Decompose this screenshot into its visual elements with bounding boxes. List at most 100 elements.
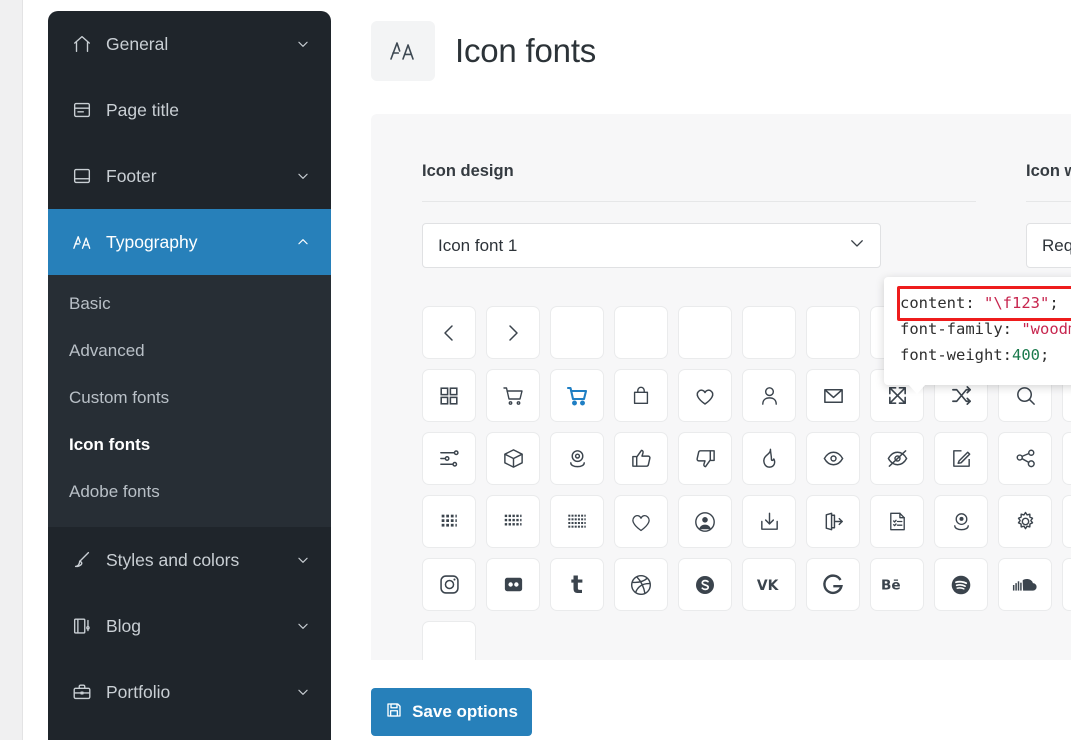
typography-icon: [371, 21, 435, 81]
app-root: General Page title Footer Typography Bas…: [0, 0, 1071, 740]
icon-width-label: Icon w: [1026, 162, 1071, 180]
instagram-icon[interactable]: [422, 558, 476, 611]
spotify-icon[interactable]: [934, 558, 988, 611]
gear-icon[interactable]: [998, 495, 1052, 548]
sidebar-item-label: Portfolio: [106, 681, 171, 702]
share-icon[interactable]: [998, 432, 1052, 485]
page-title-icon: [69, 97, 95, 123]
sidebar-subitem-label: Basic: [69, 293, 111, 313]
save-options-button[interactable]: Save options: [371, 688, 532, 736]
map-pin-icon[interactable]: [550, 432, 604, 485]
dribbble-icon[interactable]: [614, 558, 668, 611]
vk-icon: VK: [742, 558, 796, 611]
chevron-right-icon[interactable]: [486, 306, 540, 359]
icon-design-select[interactable]: Icon font 1: [422, 223, 881, 268]
thumbs-up-icon[interactable]: [614, 432, 668, 485]
list-doc-icon[interactable]: [870, 495, 924, 548]
field-divider: [1026, 201, 1071, 202]
flame-icon[interactable]: [742, 432, 796, 485]
sliders-icon[interactable]: [422, 432, 476, 485]
tooltip-line-font-family: font-family: "woodmart-font";: [900, 316, 1071, 342]
soundcloud-icon[interactable]: [998, 558, 1052, 611]
sidebar-item-label: Styles and colors: [106, 549, 240, 570]
blog-icon: [69, 613, 95, 639]
tooltip-line-font-weight: font-weight:400;: [900, 342, 1071, 368]
sidebar-item-styles-and-colors[interactable]: Styles and colors: [48, 527, 331, 593]
skype-icon[interactable]: [678, 558, 732, 611]
cart-icon[interactable]: [486, 369, 540, 422]
tooltip-value: 400: [1011, 346, 1040, 364]
main-content: Icon fonts Icon design Icon font 1 Icon …: [331, 0, 1071, 740]
sidebar-item-portfolio[interactable]: Portfolio: [48, 659, 331, 725]
sidebar-item-general[interactable]: General: [48, 11, 331, 77]
svg-text:VK: VK: [757, 578, 780, 594]
edit-icon[interactable]: [934, 432, 988, 485]
sidebar-subitem-label: Advanced: [69, 340, 145, 360]
partial-icon-row4[interactable]: [1062, 495, 1071, 548]
download-icon[interactable]: [742, 495, 796, 548]
sidebar-subnav-typography: Basic Advanced Custom fonts Icon fonts A…: [48, 275, 331, 527]
partial-icon-row3[interactable]: [1062, 432, 1071, 485]
sidebar-item-blog[interactable]: Blog: [48, 593, 331, 659]
bag-icon[interactable]: [614, 369, 668, 422]
pin-icon[interactable]: [934, 495, 988, 548]
user-circle-icon[interactable]: [678, 495, 732, 548]
page-gutter: [0, 0, 22, 740]
icon-width-select-value: Requ: [1042, 235, 1071, 255]
grid-dots-4-icon[interactable]: [486, 495, 540, 548]
partial-icon-row5[interactable]: [1062, 558, 1071, 611]
user-icon[interactable]: [742, 369, 796, 422]
panel-columns: Icon design Icon font 1 Icon w Requ: [371, 114, 1071, 268]
icon-cell-hidden-3[interactable]: [678, 306, 732, 359]
grid-dots-3-icon[interactable]: [422, 495, 476, 548]
sidebar-item-label: General: [106, 33, 169, 54]
chevron-down-icon: [295, 618, 311, 634]
sidebar-item-footer[interactable]: Footer: [48, 143, 331, 209]
tooltip-end: ;: [1039, 346, 1050, 364]
tooltip-prop: content:: [900, 294, 975, 312]
grid-dots-5-icon[interactable]: [550, 495, 604, 548]
icon-cell-hidden-4[interactable]: [742, 306, 796, 359]
flickr-icon[interactable]: [486, 558, 540, 611]
chevron-down-icon: [295, 684, 311, 700]
tumblr-glyph: t: [571, 570, 583, 599]
sidebar-item-label: Footer: [106, 165, 157, 186]
box-icon[interactable]: [486, 432, 540, 485]
sidebar-item-label: Typography: [106, 231, 198, 252]
svg-text:Bē: Bē: [881, 577, 901, 593]
sidebar-item-typography[interactable]: Typography: [48, 209, 331, 275]
chevron-left-icon[interactable]: [422, 306, 476, 359]
chevron-down-icon: [295, 168, 311, 184]
sidebar-subitem-label: Custom fonts: [69, 387, 170, 407]
envelope-icon[interactable]: [806, 369, 860, 422]
sidebar-item-custom-fonts[interactable]: Custom fonts: [48, 374, 331, 421]
sidebar-item-label: Page title: [106, 99, 179, 120]
cart-filled-icon[interactable]: [550, 369, 604, 422]
logout-icon[interactable]: [806, 495, 860, 548]
tooltip-prop: font-weight:: [900, 346, 1012, 364]
sidebar-item-page-title[interactable]: Page title: [48, 77, 331, 143]
grid-squares-icon[interactable]: [422, 369, 476, 422]
tooltip-end: ;: [1049, 294, 1059, 312]
icon-width-select[interactable]: Requ: [1026, 223, 1071, 268]
sidebar-item-label: Blog: [106, 615, 142, 636]
icon-cell-hidden-1[interactable]: [550, 306, 604, 359]
thumbs-down-icon[interactable]: [678, 432, 732, 485]
icon-design-column: Icon design Icon font 1: [371, 162, 976, 268]
sidebar-item-adobe-fonts[interactable]: Adobe fonts: [48, 468, 331, 515]
icon-cell-hidden-2[interactable]: [614, 306, 668, 359]
google-icon[interactable]: [806, 558, 860, 611]
sidebar-item-basic[interactable]: Basic: [48, 280, 331, 327]
icon-cell-row6-partial[interactable]: [422, 621, 476, 660]
heart-outline-icon[interactable]: [614, 495, 668, 548]
tooltip-prop: font-family:: [900, 320, 1012, 338]
sidebar-subitem-label: Icon fonts: [69, 434, 151, 454]
heart-icon[interactable]: [678, 369, 732, 422]
behance-icon: Bē: [870, 558, 924, 611]
eye-icon[interactable]: [806, 432, 860, 485]
save-icon: [385, 701, 403, 724]
sidebar-item-icon-fonts[interactable]: Icon fonts: [48, 421, 331, 468]
eye-off-icon[interactable]: [870, 432, 924, 485]
icon-cell-hidden-5[interactable]: [806, 306, 860, 359]
sidebar-item-advanced[interactable]: Advanced: [48, 327, 331, 374]
